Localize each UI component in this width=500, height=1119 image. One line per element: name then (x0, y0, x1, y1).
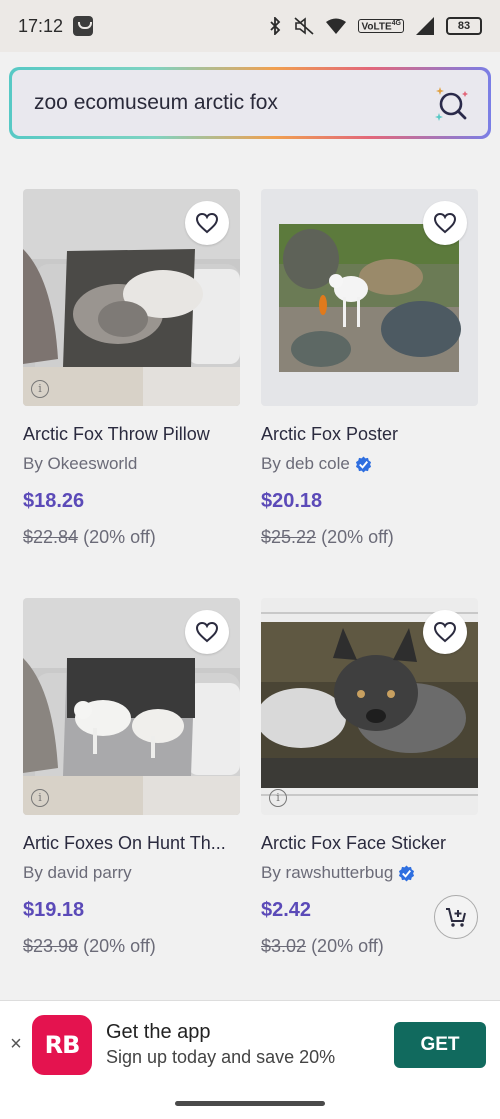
favorite-button[interactable] (423, 201, 467, 245)
verified-badge-icon (399, 864, 415, 882)
get-app-button[interactable]: GET (394, 1022, 486, 1068)
info-icon[interactable]: i (269, 789, 287, 807)
add-to-cart-icon (446, 908, 466, 927)
heart-outline-icon (433, 621, 457, 643)
status-icons: VoLTE4G 83 (268, 17, 482, 35)
product-card[interactable]: Arctic Fox Poster By deb cole $20.18 $25… (261, 189, 478, 548)
close-banner-button[interactable]: × (0, 1033, 32, 1056)
mute-icon (294, 17, 315, 35)
add-to-cart-button[interactable] (434, 895, 478, 939)
product-card[interactable]: i Arctic Fox Face Sticker By rawshutterb… (261, 598, 478, 957)
product-price: $19.18 (23, 899, 85, 921)
favorite-button[interactable] (185, 610, 229, 654)
info-icon[interactable]: i (31, 789, 49, 807)
wifi-icon (326, 18, 347, 34)
product-artist[interactable]: By rawshutterbug (261, 863, 478, 883)
product-title[interactable]: Arctic Fox Throw Pillow (23, 424, 240, 445)
redbubble-logo: RB (32, 1014, 92, 1075)
volte-badge: VoLTE4G (358, 18, 404, 34)
heart-outline-icon (195, 621, 219, 643)
bluetooth-icon (270, 17, 281, 35)
banner-text: Get the app Sign up today and save 20% (106, 1021, 336, 1068)
product-artist[interactable]: By deb cole (261, 454, 478, 474)
product-artist[interactable]: By Okeesworld (23, 454, 240, 474)
product-card[interactable]: i Arctic Fox Throw Pillow By Okeesworld … (23, 189, 240, 548)
system-nav-bar (0, 1088, 500, 1119)
product-title[interactable]: Arctic Fox Face Sticker (261, 833, 478, 854)
signal-icon (416, 17, 434, 35)
search-input[interactable]: zoo ecomuseum arctic fox (34, 91, 432, 115)
favorite-button[interactable] (185, 201, 229, 245)
heart-outline-icon (195, 212, 219, 234)
status-time: 17:12 (18, 15, 64, 36)
get-app-banner: × RB Get the app Sign up today and save … (0, 1000, 500, 1088)
product-image[interactable]: i (261, 598, 478, 815)
shopping-bag-notification-icon (73, 16, 94, 36)
product-price: $20.18 (261, 490, 323, 512)
product-title[interactable]: Arctic Fox Poster (261, 424, 478, 445)
product-card[interactable]: i Artic Foxes On Hunt Th... By david par… (23, 598, 240, 957)
info-icon[interactable]: i (31, 380, 49, 398)
product-image[interactable] (261, 189, 478, 406)
banner-title: Get the app (106, 1021, 211, 1043)
search-bar[interactable]: zoo ecomuseum arctic fox (9, 67, 491, 139)
status-bar: 17:12 VoLTE4G 83 (0, 0, 500, 52)
home-gesture-handle[interactable] (175, 1101, 325, 1106)
favorite-button[interactable] (423, 610, 467, 654)
product-image[interactable]: i (23, 189, 240, 406)
product-original-price: $25.22 (20% off) (261, 527, 394, 547)
heart-outline-icon (433, 212, 457, 234)
product-original-price: $3.02 (20% off) (261, 936, 384, 956)
banner-subtitle: Sign up today and save 20% (106, 1047, 336, 1067)
product-original-price: $23.98 (20% off) (23, 936, 156, 956)
battery-indicator: 83 (446, 17, 482, 35)
product-artist[interactable]: By david parry (23, 863, 240, 883)
product-original-price: $22.84 (20% off) (23, 527, 156, 547)
product-price: $18.26 (23, 490, 85, 512)
verified-badge-icon (355, 455, 371, 473)
product-title[interactable]: Artic Foxes On Hunt Th... (23, 833, 240, 854)
product-image[interactable]: i (23, 598, 240, 815)
search-inner[interactable]: zoo ecomuseum arctic fox (12, 70, 488, 136)
ai-search-icon[interactable] (432, 83, 472, 123)
